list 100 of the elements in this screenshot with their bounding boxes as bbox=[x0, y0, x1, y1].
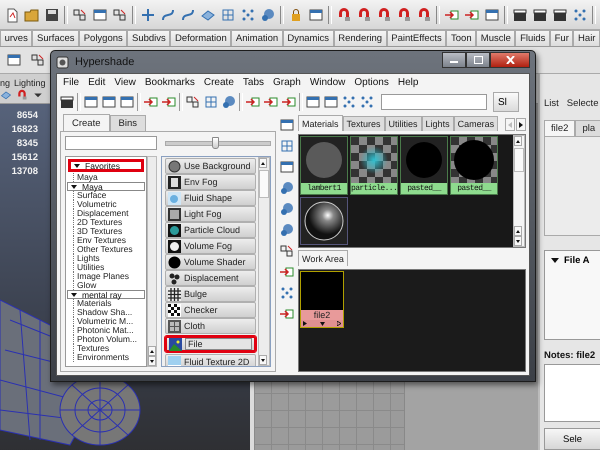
node-button[interactable]: Checker bbox=[165, 302, 256, 318]
scrollbar[interactable] bbox=[513, 135, 525, 247]
magnet-icon[interactable] bbox=[396, 6, 412, 22]
dots-icon[interactable] bbox=[572, 6, 588, 22]
tree-header[interactable]: Maya bbox=[67, 182, 145, 191]
scroll-down-icon[interactable] bbox=[514, 236, 522, 246]
material-swatch[interactable] bbox=[300, 197, 348, 245]
boxes-icon[interactable] bbox=[185, 94, 201, 110]
notes-field[interactable] bbox=[544, 364, 600, 422]
filter-field[interactable] bbox=[65, 136, 157, 150]
scroll-up-icon[interactable] bbox=[514, 226, 522, 236]
shelf-tab[interactable]: Fluids bbox=[515, 30, 550, 46]
blob-icon[interactable] bbox=[279, 201, 295, 217]
menu-item[interactable]: Window bbox=[310, 76, 346, 88]
window-icon[interactable] bbox=[83, 94, 99, 110]
menu-item[interactable]: Edit bbox=[88, 76, 106, 88]
menu-item[interactable]: Help bbox=[398, 76, 418, 88]
shelf-tab[interactable]: Subdivs bbox=[127, 30, 170, 46]
tree-item[interactable]: Volumetric bbox=[73, 200, 146, 209]
menu-item[interactable]: Bookmarks bbox=[144, 76, 195, 88]
expand-arrow-icon[interactable] bbox=[74, 164, 80, 168]
panel-menu[interactable]: ng bbox=[0, 78, 10, 88]
magnet-icon[interactable] bbox=[416, 6, 432, 22]
tree-header[interactable]: Favorites bbox=[69, 160, 143, 171]
node-button[interactable]: Fluid Texture 2D bbox=[165, 354, 256, 366]
dots-icon[interactable] bbox=[279, 285, 295, 301]
tree-item[interactable]: Displacement bbox=[73, 209, 146, 218]
scrollbar[interactable] bbox=[147, 156, 157, 367]
node-button[interactable]: Bulge bbox=[165, 286, 256, 302]
tree-item[interactable]: 2D Textures bbox=[73, 218, 146, 227]
node-button[interactable]: Use Background bbox=[165, 158, 256, 174]
scroll-up-icon[interactable] bbox=[514, 136, 522, 146]
browser-tab[interactable]: Cameras bbox=[454, 116, 498, 131]
slider-thumb[interactable] bbox=[212, 136, 219, 148]
port-arrow-icon[interactable] bbox=[337, 321, 341, 326]
shelf-tab[interactable]: Deformation bbox=[170, 30, 232, 46]
work-area-tab[interactable]: Work Area bbox=[298, 250, 348, 266]
scroll-up-icon[interactable] bbox=[148, 346, 156, 356]
panel-menu[interactable]: Selecte bbox=[566, 98, 598, 112]
menu-item[interactable]: Tabs bbox=[242, 76, 264, 88]
dots-icon[interactable] bbox=[359, 94, 375, 110]
toolbar-button[interactable]: Sl bbox=[493, 92, 519, 112]
shelf-tab[interactable]: Polygons bbox=[79, 30, 128, 46]
clapperboard-icon[interactable] bbox=[552, 6, 568, 22]
material-swatch[interactable]: pasted__ bbox=[450, 136, 498, 195]
window-icon[interactable] bbox=[92, 6, 108, 22]
plane-icon[interactable] bbox=[0, 89, 12, 101]
tree-item[interactable]: Utilities bbox=[73, 263, 146, 272]
panel-tab[interactable]: Create bbox=[63, 114, 110, 131]
texture-node[interactable]: file2 bbox=[300, 271, 344, 328]
window-icon[interactable] bbox=[308, 6, 324, 22]
magnet-icon[interactable] bbox=[376, 6, 392, 22]
expand-arrow-icon[interactable] bbox=[551, 258, 559, 263]
tree-item[interactable]: Shadow Sha... bbox=[73, 308, 146, 317]
scroll-right-icon[interactable] bbox=[516, 118, 526, 131]
node-button[interactable]: Volume Shader bbox=[165, 254, 256, 270]
boxes-icon[interactable] bbox=[30, 52, 46, 68]
material-swatch[interactable]: lambert1 bbox=[300, 136, 348, 195]
tree-item[interactable]: Photonic Mat... bbox=[73, 326, 146, 335]
tree-item[interactable]: Env Textures bbox=[73, 236, 146, 245]
boxes-icon[interactable] bbox=[72, 6, 88, 22]
editor-tab[interactable]: file2 bbox=[544, 120, 576, 136]
shelf-tab[interactable]: Animation bbox=[231, 30, 283, 46]
shelf-tab[interactable]: Dynamics bbox=[282, 30, 334, 46]
blob-icon[interactable] bbox=[279, 222, 295, 238]
shelf-tab[interactable]: Hair bbox=[573, 30, 600, 46]
menu-item[interactable]: Graph bbox=[273, 76, 301, 88]
magnet-icon[interactable] bbox=[356, 6, 372, 22]
folder-icon[interactable] bbox=[24, 6, 40, 22]
browser-tab[interactable]: Textures bbox=[342, 116, 385, 131]
window-icon[interactable] bbox=[323, 94, 339, 110]
blob-icon[interactable] bbox=[221, 94, 237, 110]
shelf-tab[interactable]: Toon bbox=[446, 30, 476, 46]
tree-item[interactable]: Environments bbox=[73, 353, 146, 362]
clapperboard-icon[interactable] bbox=[532, 6, 548, 22]
scroll-down-icon[interactable] bbox=[148, 356, 156, 366]
tree-item[interactable]: Volumetric M... bbox=[73, 317, 146, 326]
section-title[interactable]: File A bbox=[564, 254, 590, 266]
scroll-thumb[interactable] bbox=[514, 148, 524, 172]
node-button[interactable]: Particle Cloud bbox=[165, 222, 256, 238]
tree-item[interactable]: Image Planes bbox=[73, 272, 146, 281]
shelf-tab[interactable]: Muscle bbox=[476, 30, 516, 46]
tree-item[interactable]: Lights bbox=[73, 254, 146, 263]
tree-item[interactable]: Photon Volum... bbox=[73, 335, 146, 344]
port-arrow-icon[interactable] bbox=[303, 321, 307, 326]
dots-icon[interactable] bbox=[240, 6, 256, 22]
shelf-tab[interactable]: urves bbox=[0, 30, 32, 46]
node-button[interactable]: Fluid Shape bbox=[165, 190, 256, 206]
maximize-button[interactable] bbox=[466, 52, 490, 68]
panel-menu[interactable]: List bbox=[544, 98, 559, 112]
node-button[interactable]: File bbox=[165, 336, 256, 352]
clapperboard-icon[interactable] bbox=[59, 94, 75, 110]
shelf-tab[interactable]: PaintEffects bbox=[386, 30, 446, 46]
minimize-button[interactable] bbox=[442, 52, 466, 68]
select-button[interactable]: Sele bbox=[544, 428, 600, 450]
browser-tab[interactable]: Lights bbox=[422, 116, 454, 131]
material-swatch[interactable]: pasted__ bbox=[400, 136, 448, 195]
editor-tab[interactable]: pla bbox=[575, 120, 600, 136]
tree-item[interactable]: 3D Textures bbox=[73, 227, 146, 236]
scroll-down-icon[interactable] bbox=[259, 355, 267, 365]
